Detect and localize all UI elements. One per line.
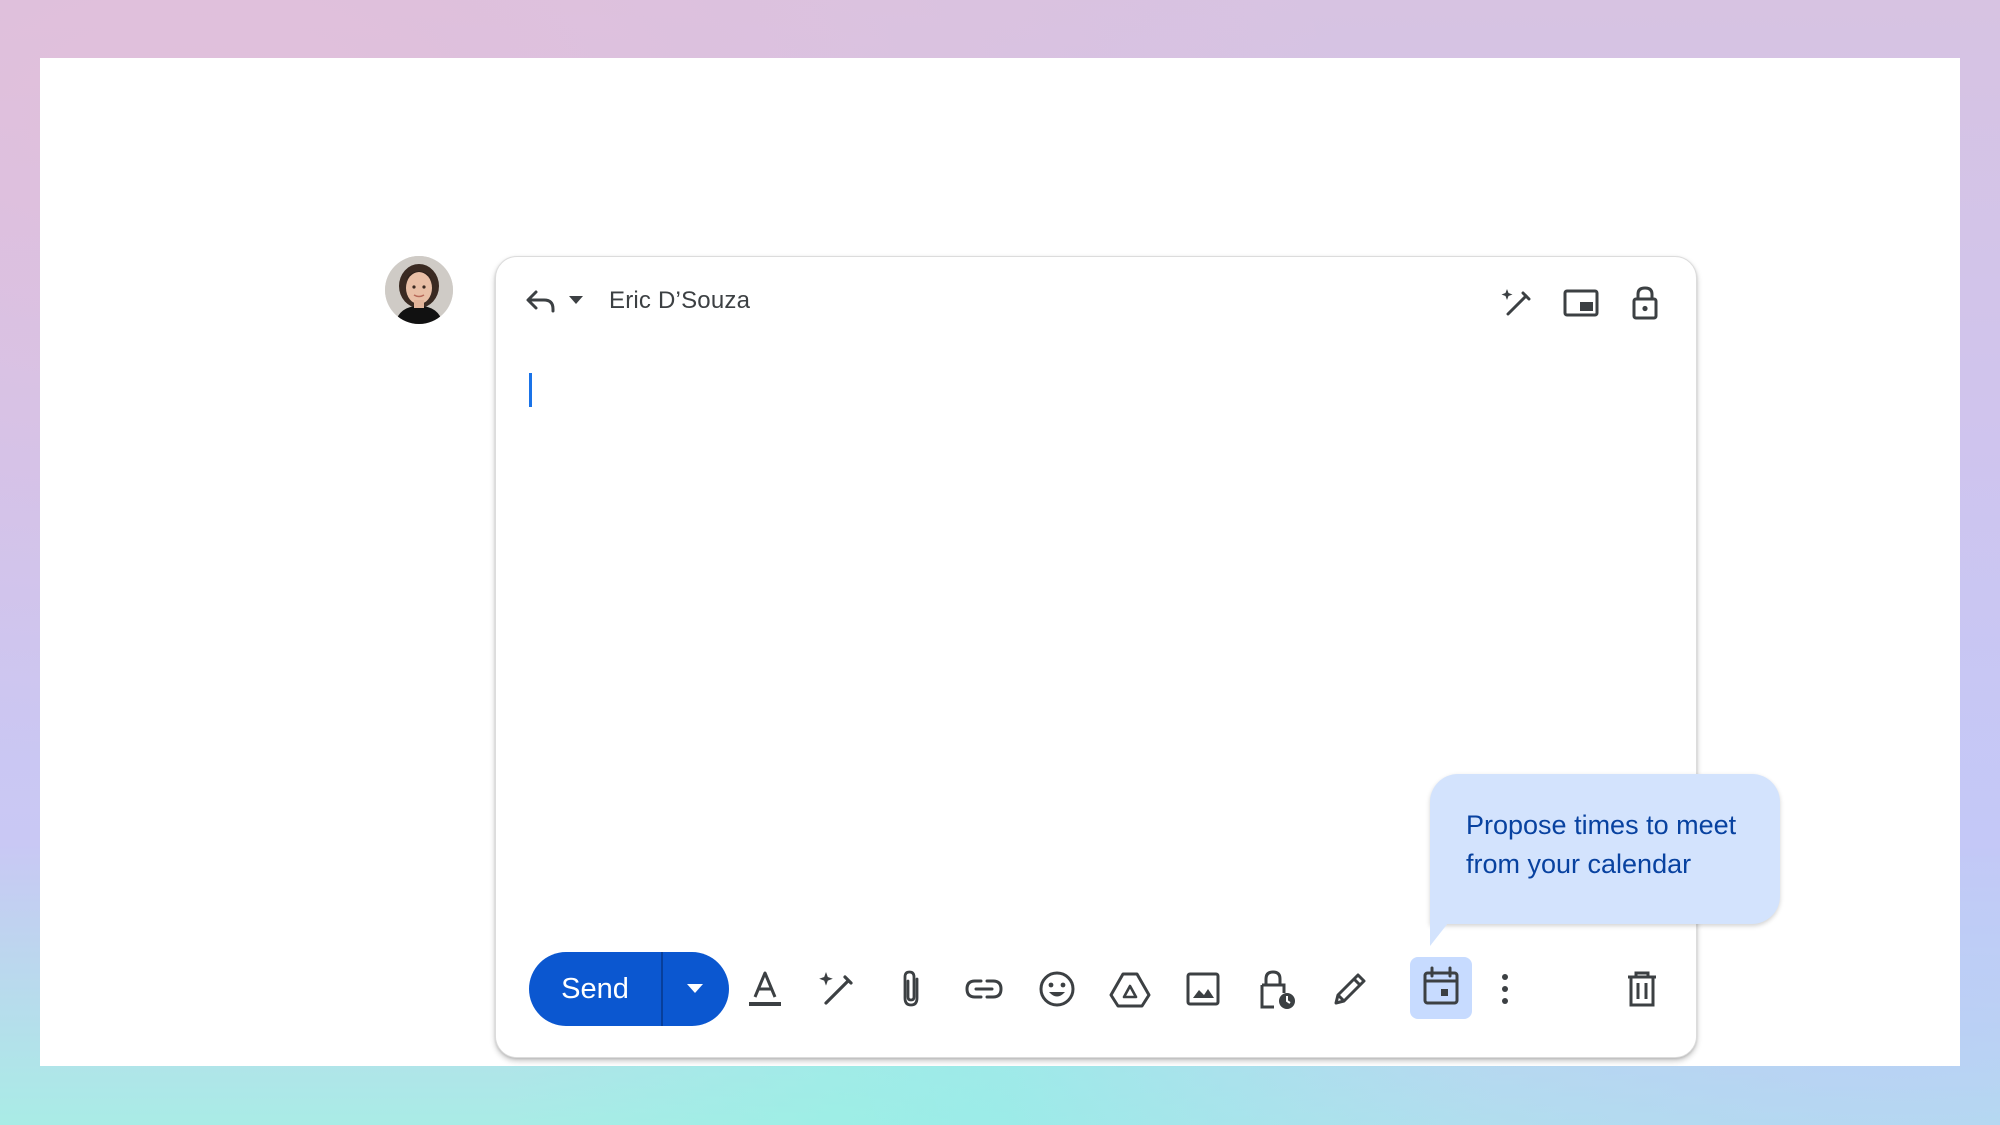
calendar-button[interactable]	[1410, 957, 1472, 1019]
canvas: Eric D’Souza Send Propose times to meet …	[40, 58, 1960, 1066]
text-cursor	[529, 373, 532, 407]
reply-icon[interactable]	[524, 287, 558, 315]
send-options-button[interactable]	[663, 952, 729, 1026]
chevron-down-icon	[687, 984, 703, 993]
magic-pen-icon[interactable]	[816, 967, 860, 1011]
image-icon[interactable]	[1181, 967, 1225, 1011]
lock-icon[interactable]	[1627, 285, 1663, 321]
avatar	[385, 256, 453, 324]
attach-icon[interactable]	[889, 967, 933, 1011]
chevron-down-icon[interactable]	[568, 293, 584, 307]
compose-window: Eric D’Souza Send	[495, 256, 1697, 1058]
link-icon[interactable]	[962, 967, 1006, 1011]
tooltip: Propose times to meet from your calendar	[1430, 774, 1780, 924]
more-options-icon[interactable]	[1483, 967, 1527, 1011]
drive-icon[interactable]	[1108, 967, 1152, 1011]
tooltip-tail	[1430, 918, 1452, 946]
calendar-icon	[1423, 966, 1459, 1005]
send-button[interactable]: Send	[529, 952, 729, 1026]
trash-icon[interactable]	[1620, 967, 1664, 1011]
signature-icon[interactable]	[1327, 967, 1371, 1011]
magic-pen-icon[interactable]	[1499, 285, 1535, 321]
recipient-name[interactable]: Eric D’Souza	[609, 287, 750, 315]
pop-out-icon[interactable]	[1563, 285, 1599, 321]
send-label[interactable]: Send	[529, 952, 661, 1026]
format-text-icon[interactable]	[743, 967, 787, 1011]
emoji-icon[interactable]	[1035, 967, 1079, 1011]
confidential-mode-icon[interactable]	[1254, 967, 1298, 1011]
tooltip-text: Propose times to meet from your calendar	[1466, 810, 1737, 879]
compose-header: Eric D’Souza	[496, 257, 1696, 341]
